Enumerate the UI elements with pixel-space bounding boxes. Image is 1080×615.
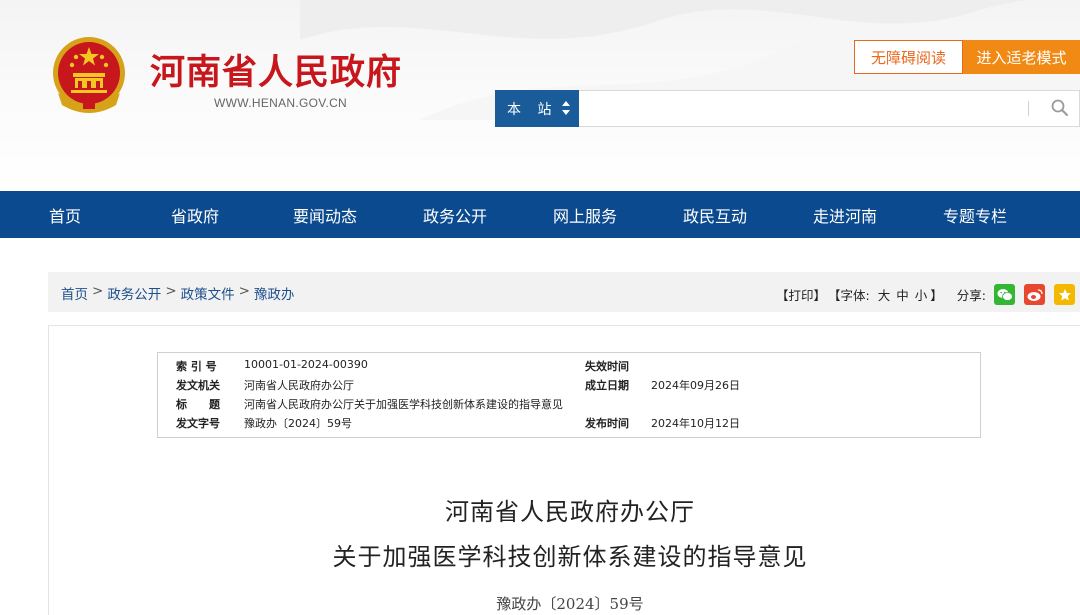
meta-expire-label: 失效时间 xyxy=(585,360,629,373)
search-icon[interactable] xyxy=(1050,98,1070,118)
nav-item-interaction[interactable]: 政民互动 xyxy=(650,191,780,238)
elder-mode-button[interactable]: 进入适老模式 xyxy=(963,40,1080,74)
meta-publish-label: 发布时间 xyxy=(585,417,629,430)
search-divider xyxy=(1028,101,1029,116)
print-button[interactable]: 【打印】 xyxy=(776,285,826,304)
meta-index-value: 10001-01-2024-00390 xyxy=(244,358,368,371)
wechat-icon[interactable] xyxy=(994,284,1016,305)
meta-row: 发文机关 河南省人民政府办公厅 成立日期 2024年09月26日 xyxy=(158,377,980,396)
meta-created-label: 成立日期 xyxy=(585,379,629,392)
nav-item-special-topics[interactable]: 专题专栏 xyxy=(910,191,1040,238)
share-label: 分享: xyxy=(956,288,987,303)
breadcrumb-separator: > xyxy=(92,283,104,299)
breadcrumb-home[interactable]: 首页 xyxy=(61,283,88,303)
font-large-button[interactable]: 大 xyxy=(878,285,891,304)
search-input[interactable] xyxy=(579,90,1080,127)
sort-arrows-icon xyxy=(562,101,570,115)
main-nav: 首页 省政府 要闻动态 政务公开 网上服务 政民互动 走进河南 专题专栏 xyxy=(0,191,1080,238)
breadcrumb-separator: > xyxy=(238,283,250,299)
breadcrumb-bar: 首页 > 政务公开 > 政策文件 > 豫政办 【打印】 【字体: 大 中 小 】… xyxy=(48,272,1080,312)
meta-created-value: 2024年09月26日 xyxy=(651,379,740,392)
meta-index-label: 索 引 号 xyxy=(176,360,217,373)
document-title-line2: 关于加强医学科技创新体系建设的指导意见 xyxy=(332,543,808,571)
meta-row: 发文字号 豫政办〔2024〕59号 发布时间 2024年10月12日 xyxy=(158,415,980,434)
search-scope-select[interactable]: 本 站 xyxy=(495,90,579,127)
meta-row: 索 引 号 10001-01-2024-00390 失效时间 xyxy=(158,358,980,377)
site-url: WWW.HENAN.GOV.CN xyxy=(214,96,348,110)
nav-item-news[interactable]: 要闻动态 xyxy=(260,191,390,238)
breadcrumb-yuzhengban[interactable]: 豫政办 xyxy=(254,283,295,303)
article-tools: 【打印】 【字体: 大 中 小 】 分享: xyxy=(776,284,1076,305)
meta-issuer-label: 发文机关 xyxy=(176,379,220,392)
nav-item-about-henan[interactable]: 走进河南 xyxy=(780,191,910,238)
meta-docno-label: 发文字号 xyxy=(176,417,220,430)
font-size-close: 】 xyxy=(930,288,943,303)
nav-item-online-services[interactable]: 网上服务 xyxy=(520,191,650,238)
qzone-icon[interactable] xyxy=(1054,284,1076,305)
meta-issuer-value: 河南省人民政府办公厅 xyxy=(244,379,354,392)
breadcrumb-policy-documents[interactable]: 政策文件 xyxy=(181,283,235,303)
document-number: 豫政办〔2024〕59号 xyxy=(496,595,644,613)
accessibility-button[interactable]: 无障碍阅读 xyxy=(854,40,963,74)
meta-row: 标 题 河南省人民政府办公厅关于加强医学科技创新体系建设的指导意见 xyxy=(158,396,980,415)
breadcrumb-separator: > xyxy=(165,283,177,299)
nav-item-home[interactable]: 首页 xyxy=(0,191,130,238)
font-size-label: 【字体: xyxy=(828,288,870,303)
font-medium-button[interactable]: 中 xyxy=(896,285,909,304)
document-title-line1: 河南省人民政府办公厅 xyxy=(445,498,695,526)
weibo-icon[interactable] xyxy=(1024,284,1046,305)
nav-item-provincial-government[interactable]: 省政府 xyxy=(130,191,260,238)
nav-item-government-affairs[interactable]: 政务公开 xyxy=(390,191,520,238)
breadcrumb-government-affairs[interactable]: 政务公开 xyxy=(107,283,161,303)
meta-docno-value: 豫政办〔2024〕59号 xyxy=(244,417,352,430)
font-small-button[interactable]: 小 xyxy=(915,285,928,304)
site-name[interactable]: 河南省人民政府 xyxy=(150,44,402,95)
meta-publish-value: 2024年10月12日 xyxy=(651,417,740,430)
document-meta-table: 索 引 号 10001-01-2024-00390 失效时间 发文机关 河南省人… xyxy=(157,352,981,438)
breadcrumb: 首页 > 政务公开 > 政策文件 > 豫政办 xyxy=(61,283,294,303)
national-emblem-icon[interactable] xyxy=(50,35,128,115)
meta-title-label: 标 题 xyxy=(176,398,220,411)
meta-title-value: 河南省人民政府办公厅关于加强医学科技创新体系建设的指导意见 xyxy=(244,398,563,411)
search-scope-label: 本 站 xyxy=(507,101,558,118)
